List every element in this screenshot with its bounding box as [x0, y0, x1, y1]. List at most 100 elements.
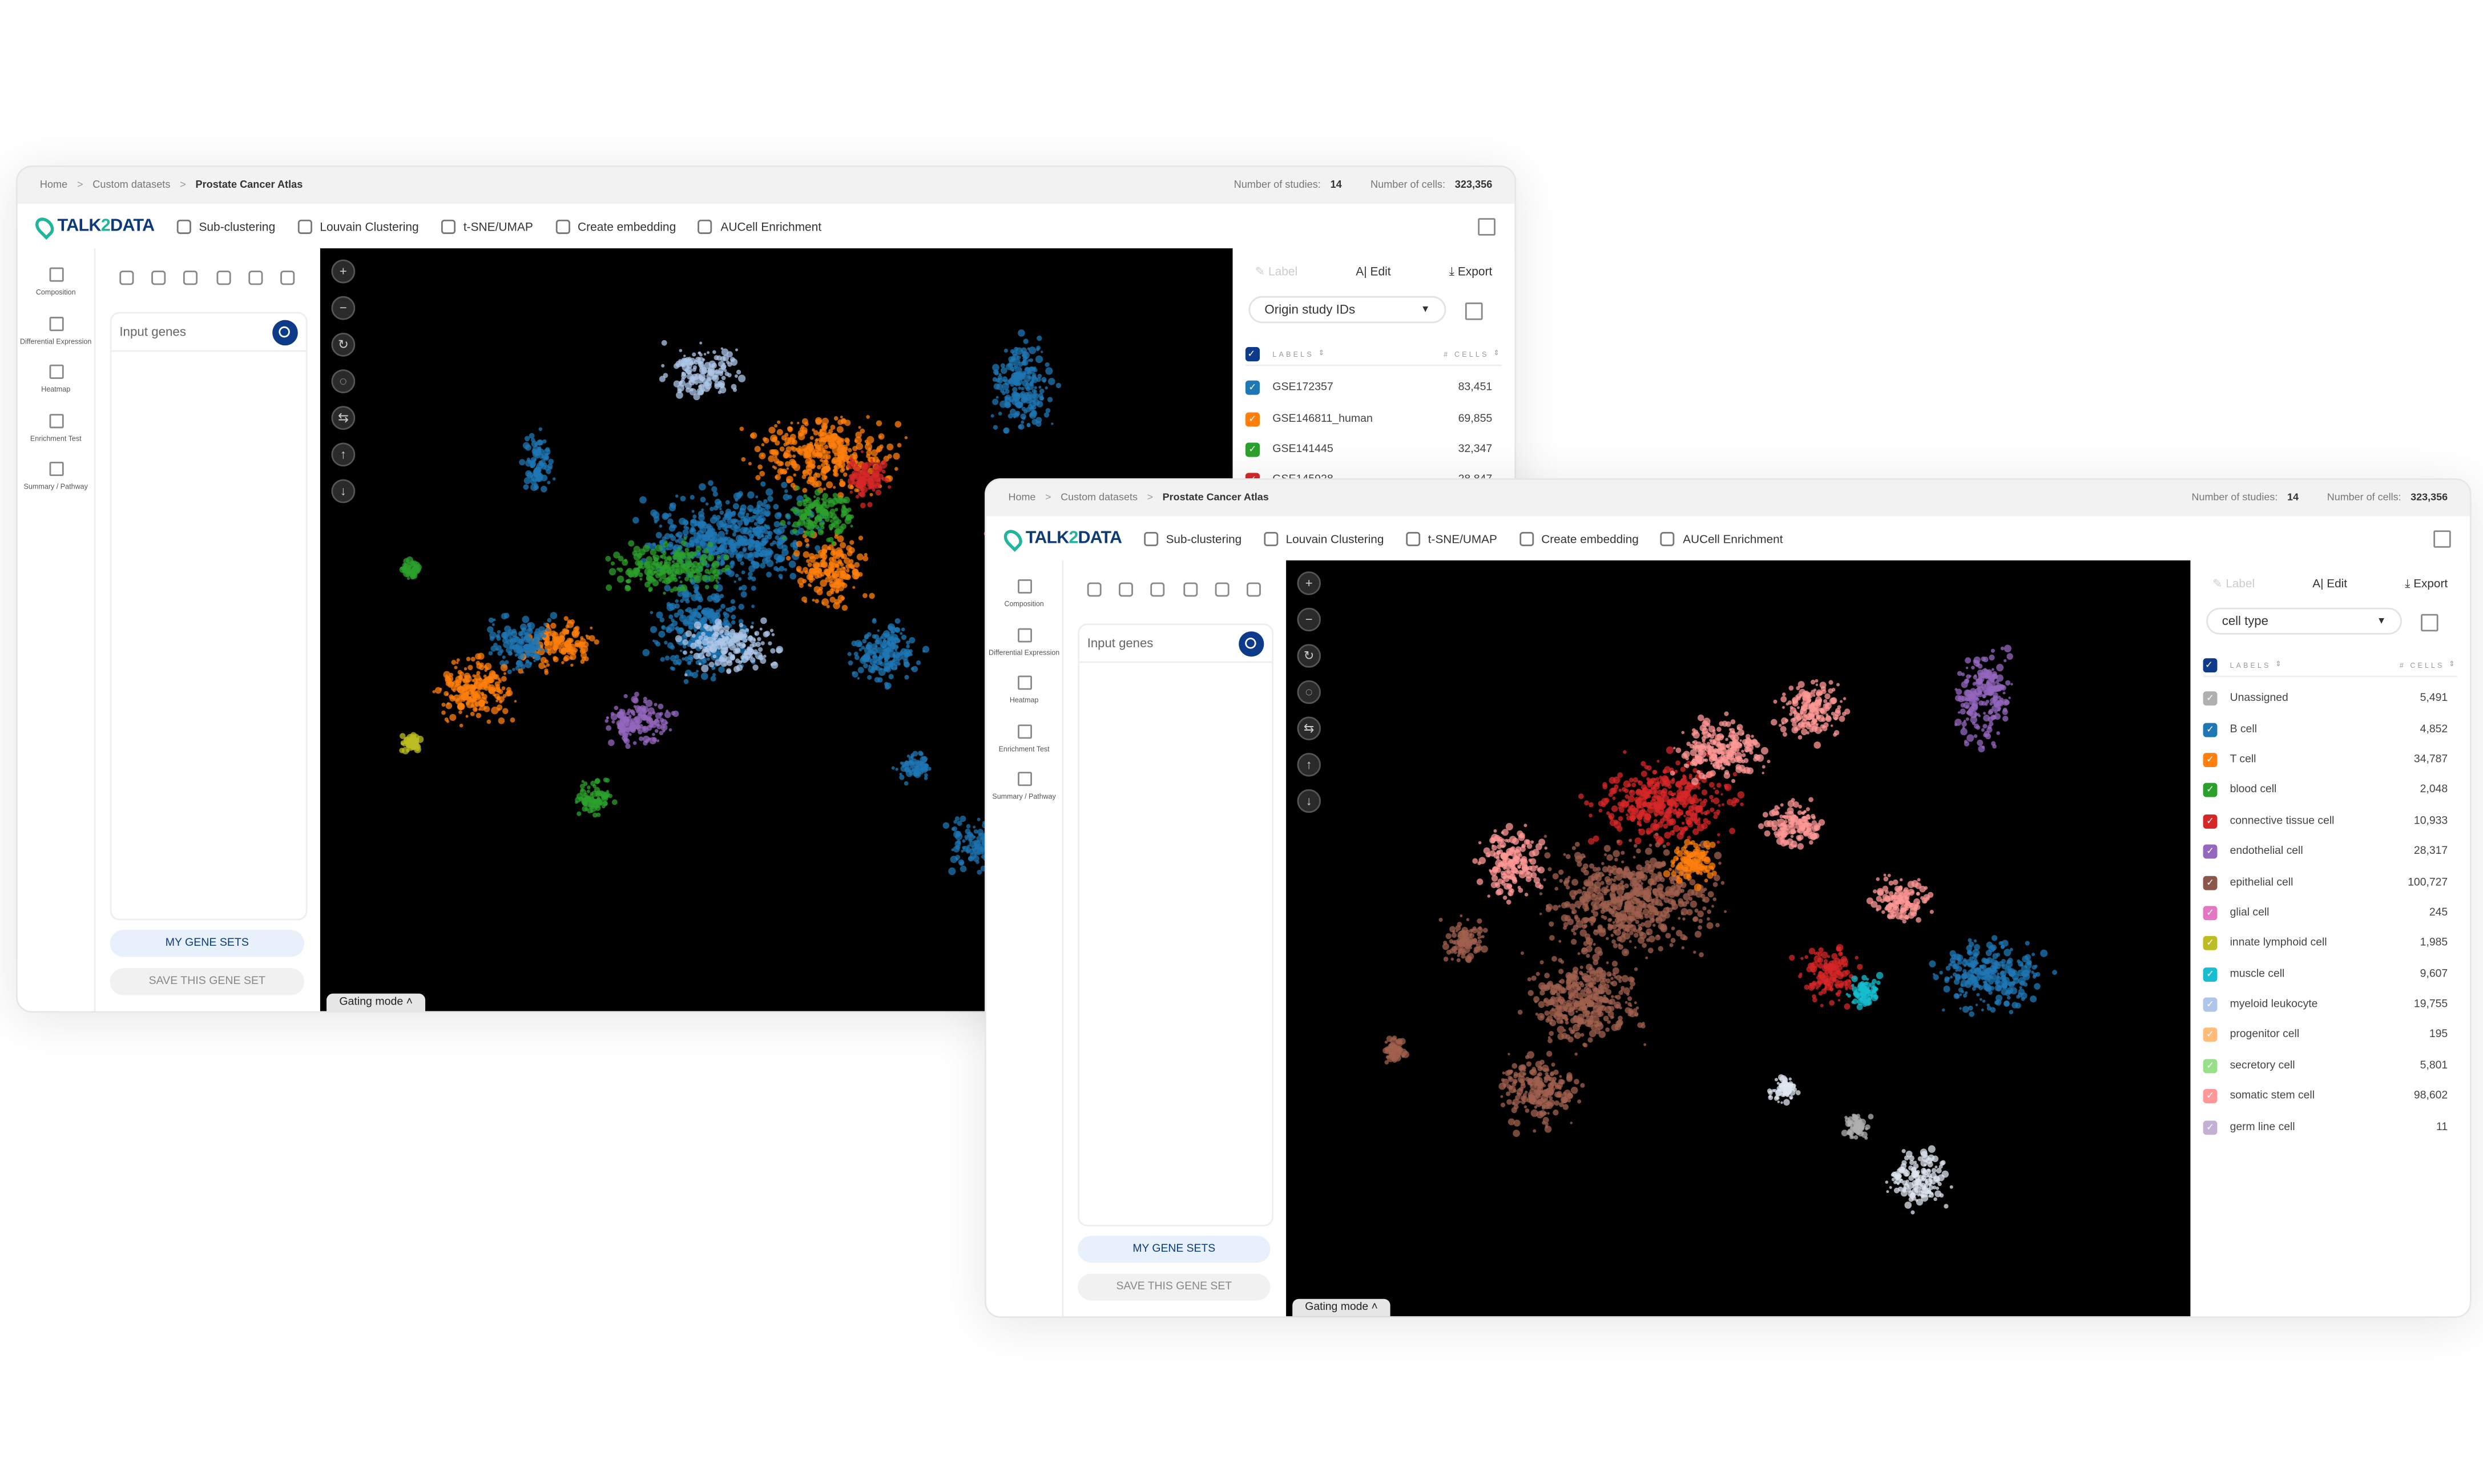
cell-point	[735, 348, 738, 352]
violin-plot-icon[interactable]	[119, 271, 134, 285]
label-row[interactable]: ✓ GSE172357 83,451	[1245, 373, 1502, 404]
bar-plot-icon[interactable]	[151, 271, 166, 285]
breadcrumb-item[interactable]: Home	[40, 180, 67, 191]
cell-point	[761, 558, 768, 564]
stacked-bar-icon[interactable]	[280, 271, 296, 285]
gene-input[interactable]: Input genes	[1079, 625, 1272, 663]
cell-point	[533, 659, 536, 663]
cell-point	[1003, 427, 1010, 434]
toolbar-button[interactable]: AUCell Enrichment	[1660, 531, 1783, 546]
toolbar-button[interactable]: Louvain Clustering	[1263, 531, 1384, 546]
label-checkbox[interactable]: ✓	[1245, 412, 1260, 426]
reset-icon[interactable]: ↻	[331, 332, 356, 357]
cell-point	[1717, 833, 1720, 837]
label-checkbox[interactable]: ✓	[1245, 381, 1260, 396]
toolbar-button[interactable]: AUCell Enrichment	[698, 219, 821, 233]
dot-matrix-icon[interactable]	[183, 271, 198, 285]
logo[interactable]: TALK2DATA	[1000, 525, 1122, 551]
cell-point	[821, 498, 824, 501]
zoom-in-icon[interactable]: +	[331, 259, 356, 284]
stacked-bar-icon[interactable]	[1247, 582, 1261, 597]
label-row[interactable]: ✓ GSE141445 32,347	[1245, 434, 1502, 465]
nav-item[interactable]: Heatmap	[986, 675, 1062, 705]
gating-mode-button[interactable]: Gating mode ˄	[327, 993, 426, 1011]
gene-input[interactable]: Input genes	[111, 313, 306, 352]
breadcrumb-item[interactable]: Home	[1008, 493, 1035, 503]
label-button[interactable]: ✎ Label	[1255, 264, 1298, 280]
download-icon[interactable]: ↓	[331, 479, 356, 503]
slider-icon[interactable]: ⇆	[331, 406, 356, 430]
dot-matrix-icon[interactable]	[1151, 582, 1166, 597]
save-icon[interactable]	[1478, 217, 1496, 235]
toolbar-button[interactable]: Sub-clustering	[1143, 531, 1242, 546]
lollipop-icon[interactable]	[1215, 582, 1230, 597]
breadcrumb-item[interactable]: Custom datasets	[92, 180, 170, 191]
save-gene-set-button[interactable]: SAVE THIS GENE SET	[1078, 1273, 1271, 1301]
my-gene-sets-button[interactable]: MY GENE SETS	[1078, 1236, 1271, 1263]
violin-plot-icon[interactable]	[1086, 582, 1101, 597]
nav-item[interactable]: Summary / Pathway	[18, 461, 94, 491]
cell-point	[753, 562, 760, 568]
nav-item[interactable]: Enrichment Test	[986, 723, 1062, 753]
nav-item[interactable]: Composition	[986, 579, 1062, 608]
cell-point	[1045, 408, 1051, 413]
zoom-out-icon[interactable]: −	[331, 296, 356, 320]
bar-plot-icon[interactable]	[1118, 582, 1133, 597]
embedding-canvas[interactable]: + − ↻ ◌ ⇆ ↑ ↓ Gating mode ˄	[1286, 560, 2191, 1317]
label-dropdown[interactable]: Origin study IDs ▼	[1248, 296, 1446, 324]
nav-item[interactable]: Differential Expression	[986, 627, 1062, 656]
label-row[interactable]: ✓ GSE146811_human 69,855	[1245, 404, 1502, 434]
my-gene-sets-button[interactable]: MY GENE SETS	[110, 930, 304, 957]
pie-icon[interactable]	[1183, 582, 1198, 597]
nav-item[interactable]: Composition	[18, 267, 94, 297]
search-icon[interactable]	[1239, 630, 1264, 656]
edit-icon[interactable]	[1465, 302, 1483, 320]
nav-item[interactable]: Enrichment Test	[18, 413, 94, 443]
breadcrumb-item[interactable]: Custom datasets	[1061, 493, 1138, 503]
label-checkbox[interactable]: ✓	[1245, 442, 1260, 457]
upload-icon[interactable]: ↑	[331, 442, 356, 467]
nav-item[interactable]: Heatmap	[18, 364, 94, 394]
nav-item[interactable]: Differential Expression	[18, 316, 94, 346]
export-button[interactable]: ⤓ Export	[1449, 264, 1493, 280]
cell-point	[606, 716, 609, 720]
nav-label: Enrichment Test	[998, 744, 1050, 752]
upload-icon[interactable]: ↑	[1297, 753, 1321, 777]
cell-point	[815, 417, 823, 425]
lollipop-icon[interactable]	[248, 271, 263, 285]
search-icon[interactable]	[272, 319, 298, 345]
cell-point	[792, 454, 796, 458]
pie-icon[interactable]	[216, 271, 231, 285]
edit-button[interactable]: A| Edit	[1356, 264, 1390, 280]
save-icon[interactable]	[2433, 529, 2451, 547]
zoom-in-icon[interactable]: +	[1297, 571, 1321, 595]
toolbar-button[interactable]: Louvain Clustering	[297, 219, 419, 233]
cell-point	[547, 618, 552, 623]
toolbar-button[interactable]: Create embedding	[555, 219, 676, 233]
cell-point	[811, 452, 817, 458]
nav-item[interactable]: Summary / Pathway	[986, 772, 1062, 801]
cell-point	[1638, 828, 1641, 832]
cell-point	[592, 784, 596, 788]
zoom-out-icon[interactable]: −	[1297, 607, 1321, 632]
select-all-checkbox[interactable]: ✓	[1245, 346, 1260, 361]
lasso-icon[interactable]: ◌	[1297, 680, 1321, 704]
cell-point	[894, 467, 898, 471]
toolbar-button[interactable]: Create embedding	[1519, 531, 1639, 546]
slider-icon[interactable]: ⇆	[1297, 716, 1321, 740]
cell-point	[545, 627, 549, 631]
toolbar-button[interactable]: t-SNE/UMAP	[441, 219, 533, 233]
cells-header-text[interactable]: # CELLS	[1444, 349, 1489, 357]
cell-point	[624, 558, 627, 562]
labels-header-text[interactable]: LABELS	[1272, 349, 1314, 357]
download-icon[interactable]: ↓	[1297, 789, 1321, 813]
reset-icon[interactable]: ↻	[1297, 644, 1321, 668]
cell-point	[1644, 848, 1652, 855]
cell-point	[755, 495, 759, 499]
toolbar-button[interactable]: Sub-clustering	[176, 219, 275, 233]
save-gene-set-button[interactable]: SAVE THIS GENE SET	[110, 968, 304, 995]
logo[interactable]: TALK2DATA	[31, 213, 155, 239]
lasso-icon[interactable]: ◌	[331, 369, 356, 393]
summary-icon	[49, 461, 63, 477]
toolbar-button[interactable]: t-SNE/UMAP	[1406, 531, 1497, 546]
